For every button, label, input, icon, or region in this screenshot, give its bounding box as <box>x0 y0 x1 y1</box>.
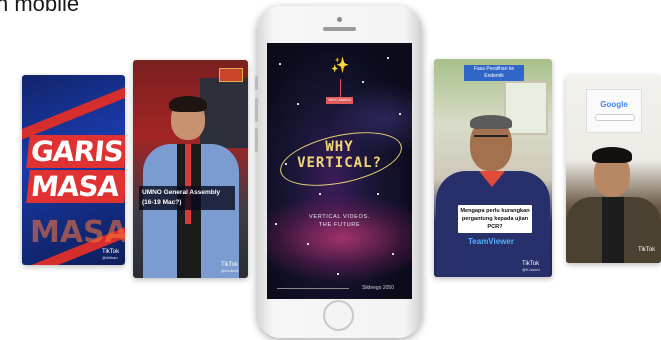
connector-line <box>339 79 341 97</box>
star-dot <box>279 63 281 65</box>
background-sign <box>219 68 243 82</box>
decor-stripe <box>22 79 125 141</box>
sparkle-logo-icon: ✨ <box>330 57 350 74</box>
video-card-garis-masa[interactable]: MASA GARIS MASA TikTok @ditikan <box>22 75 125 265</box>
top-caption: Fasa Peralihan ke Endemik <box>464 65 524 81</box>
video-headline: WHY VERTICAL? <box>297 139 382 171</box>
tiktok-watermark: TikTok @KJoned <box>522 261 540 272</box>
person-shirt <box>602 197 624 263</box>
phone-mockup: ✨ WHO AWANI WHY VERTICAL? VERTICAL VIDEO… <box>255 6 422 338</box>
video-caption: Mengapa perlu kurangkan pergantung kepad… <box>458 205 532 233</box>
star-dot <box>337 273 339 275</box>
video-caption: UMNO General Assembly (16-19 Mac?) <box>139 186 235 210</box>
side-button <box>255 128 258 152</box>
star-dot <box>387 57 389 59</box>
jersey-sponsor: TeamViewer <box>468 237 514 246</box>
star-dot <box>307 243 309 245</box>
video-card-google[interactable]: Google TikTok <box>566 75 661 263</box>
star-dot <box>362 81 364 83</box>
ghost-text: MASA <box>30 215 125 250</box>
tiktok-watermark: TikTok @zizadoll <box>221 262 239 273</box>
video-progress-bar[interactable] <box>277 288 349 289</box>
video-card-pcr[interactable]: Fasa Peralihan ke Endemik Mengapa perlu … <box>434 59 552 277</box>
person-hair <box>592 147 632 163</box>
video-card-umno[interactable]: UMNO General Assembly (16-19 Mac?) TikTo… <box>133 60 248 278</box>
star-dot <box>319 193 321 195</box>
home-button[interactable] <box>323 300 354 331</box>
video-handle: Slideego 2050 <box>362 285 394 291</box>
star-dot <box>377 193 379 195</box>
front-camera <box>337 17 342 22</box>
headline-word: GARIS <box>26 135 125 168</box>
background-screen <box>200 78 248 148</box>
video-subtitle: VERTICAL VIDEOS. THE FUTURE <box>309 214 370 228</box>
star-dot <box>297 103 299 105</box>
person-lanyard <box>185 144 191 224</box>
nebula-glow <box>267 193 412 283</box>
google-logo: Google <box>600 100 628 109</box>
person-hair <box>169 96 207 112</box>
side-button <box>255 98 258 122</box>
card-headline: GARIS MASA <box>26 135 125 205</box>
headline-word: MASA <box>26 170 125 203</box>
phone-screen-video[interactable]: ✨ WHO AWANI WHY VERTICAL? VERTICAL VIDEO… <box>267 43 412 299</box>
glasses <box>474 135 508 144</box>
tiktok-watermark: TikTok <box>638 247 656 253</box>
earpiece-speaker <box>323 27 356 31</box>
person-hair <box>470 115 512 129</box>
star-dot <box>392 253 394 255</box>
page-title: n mobile <box>0 0 80 16</box>
brand-tag: WHO AWANI <box>326 97 353 104</box>
tiktok-watermark: TikTok @ditikan <box>102 249 120 260</box>
search-box <box>595 114 635 121</box>
star-dot <box>399 113 401 115</box>
browser-window: Google <box>586 89 642 133</box>
side-button <box>255 76 258 90</box>
